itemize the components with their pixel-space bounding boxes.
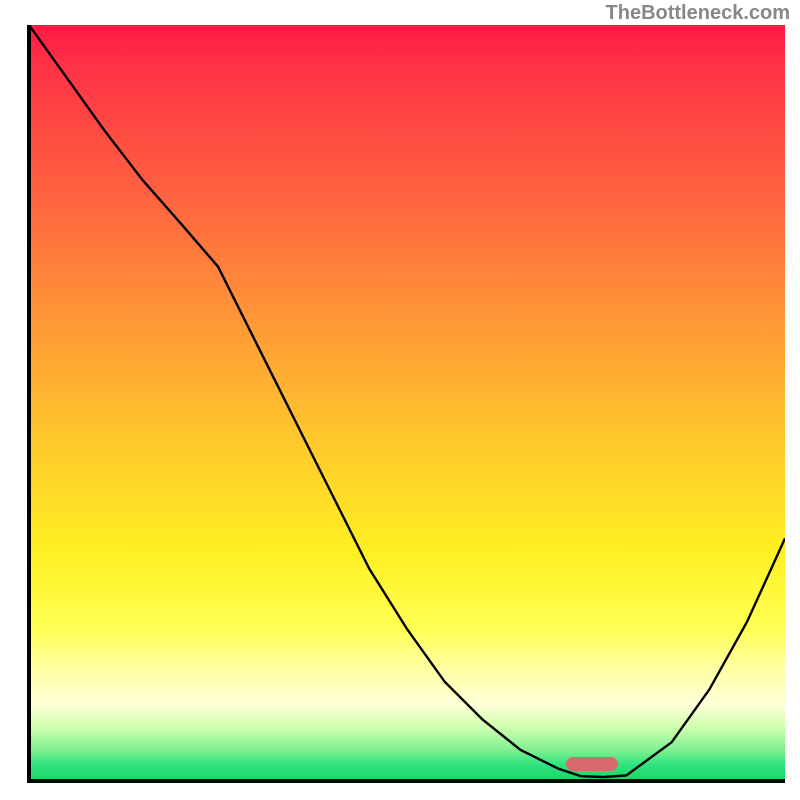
optimum-marker xyxy=(566,757,618,771)
bottleneck-curve xyxy=(29,25,785,780)
plot-area xyxy=(29,25,785,780)
attribution-text: TheBottleneck.com xyxy=(606,2,790,25)
